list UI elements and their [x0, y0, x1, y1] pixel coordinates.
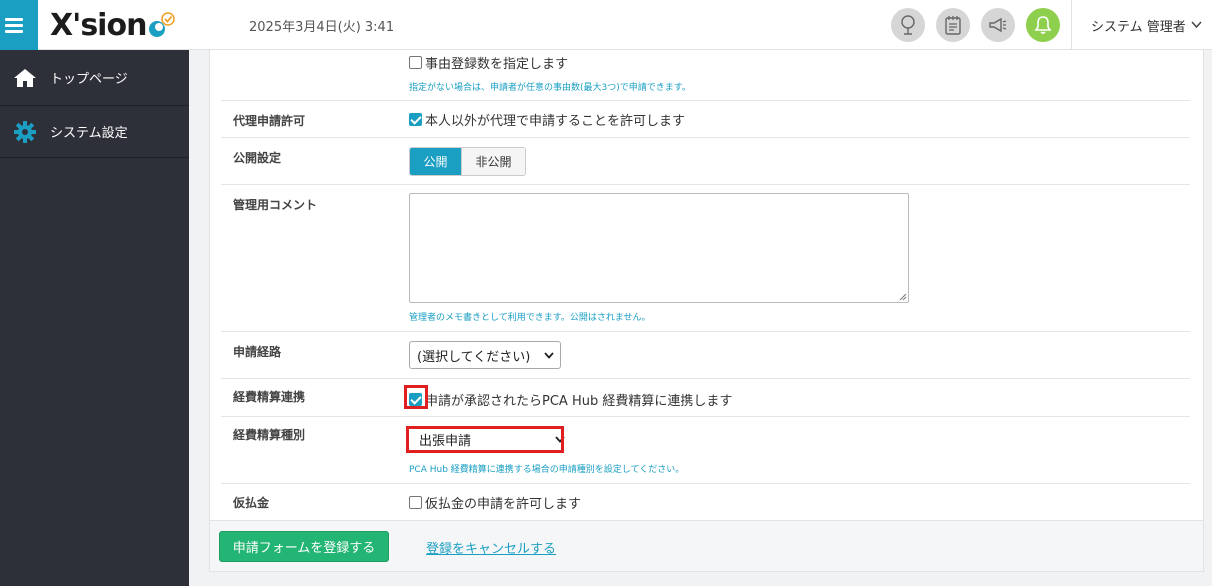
expense-link-checkbox-label: 申請が承認されたらPCA Hub 経費精算に連携します [425, 394, 733, 409]
expense-link-row: 経費精算連携 申請が承認されたらPCA Hub 経費精算に連携します [221, 379, 1190, 417]
expense-type-row: 経費精算種別 出張申請 PCA Hub 経費精算に連携する場合の申請種別を設定し… [221, 417, 1190, 484]
hamburger-icon [5, 17, 23, 21]
route-label: 申請経路 [233, 345, 282, 359]
home-icon [0, 68, 50, 88]
publish-toggle: 公開 非公開 [409, 147, 526, 176]
highlight-box-checkbox [404, 385, 428, 409]
publish-label: 公開設定 [233, 151, 282, 165]
sidebar-item-system-settings[interactable]: システム設定 [0, 106, 189, 158]
expense-link-label: 経費精算連携 [233, 390, 306, 404]
route-row: 申請経路 (選択してください) [221, 332, 1190, 379]
proxy-checkbox[interactable] [409, 113, 422, 126]
megaphone-icon[interactable] [981, 8, 1015, 42]
notes-icon[interactable] [936, 8, 970, 42]
logo-text: X'sion [50, 7, 147, 43]
user-menu[interactable]: システム 管理者 [1071, 0, 1212, 50]
advance-checkbox-label: 仮払金の申請を許可します [425, 497, 582, 512]
webinar-icon[interactable] [891, 8, 925, 42]
proxy-row: 代理申請許可 本人以外が代理で申請することを許可します [221, 101, 1190, 138]
register-form-button[interactable]: 申請フォームを登録する [219, 531, 389, 562]
reason-count-row: 事由登録数を指定します 指定がない場合は、申請者が任意の事由数(最大3つ)で申請… [221, 50, 1190, 101]
comment-help: 管理者のメモ書きとして利用できます。公開はされません。 [409, 313, 651, 323]
form-panel: 事由登録数を指定します 指定がない場合は、申請者が任意の事由数(最大3つ)で申請… [209, 50, 1204, 572]
user-name: システム 管理者 [1091, 19, 1186, 35]
reason-count-help: 指定がない場合は、申請者が任意の事由数(最大3つ)で申請できます。 [409, 83, 691, 93]
top-header: X'sion 2025年3月4日(火) 3:41 システム 管理者 [0, 0, 1212, 50]
expense-type-label: 経費精算種別 [233, 428, 306, 442]
private-option-button[interactable]: 非公開 [461, 148, 525, 175]
proxy-checkbox-label: 本人以外が代理で申請することを許可します [425, 114, 686, 129]
sidebar-item-top-page[interactable]: トップページ [0, 50, 189, 106]
sidebar-item-label: トップページ [50, 72, 128, 87]
comment-row: 管理用コメント 管理者のメモ書きとして利用できます。公開はされません。 [221, 185, 1190, 332]
menu-toggle-button[interactable] [0, 0, 38, 50]
proxy-label: 代理申請許可 [233, 114, 306, 128]
highlight-box-select [406, 426, 564, 453]
reason-count-checkbox-label: 事由登録数を指定します [425, 57, 569, 72]
public-option-button[interactable]: 公開 [410, 148, 461, 175]
advance-label: 仮払金 [233, 496, 270, 510]
route-selected-value: (選択してください) [417, 349, 531, 365]
chevron-down-icon [1191, 21, 1202, 29]
logo-check-icon [148, 10, 176, 40]
current-datetime: 2025年3月4日(火) 3:41 [249, 20, 395, 35]
app-logo[interactable]: X'sion [50, 6, 176, 44]
advance-checkbox[interactable] [409, 496, 422, 509]
admin-comment-textarea[interactable] [409, 193, 909, 303]
bell-icon[interactable] [1026, 8, 1060, 42]
resize-grip-icon[interactable] [899, 293, 907, 301]
gear-icon [0, 120, 50, 143]
advance-row: 仮払金 仮払金の申請を許可します [221, 484, 1190, 520]
sidebar-item-label: システム設定 [50, 126, 128, 141]
reason-count-checkbox[interactable] [409, 56, 422, 69]
publish-row: 公開設定 公開 非公開 [221, 138, 1190, 185]
sidebar: トップページ システム設定 [0, 50, 189, 586]
route-select[interactable]: (選択してください) [409, 341, 561, 369]
comment-label: 管理用コメント [233, 198, 318, 212]
form-footer: 申請フォームを登録する 登録をキャンセルする [210, 520, 1203, 571]
expense-type-help: PCA Hub 経費精算に連携する場合の申請種別を設定してください。 [409, 465, 685, 475]
cancel-registration-link[interactable]: 登録をキャンセルする [426, 538, 556, 557]
chevron-down-icon [544, 351, 554, 359]
